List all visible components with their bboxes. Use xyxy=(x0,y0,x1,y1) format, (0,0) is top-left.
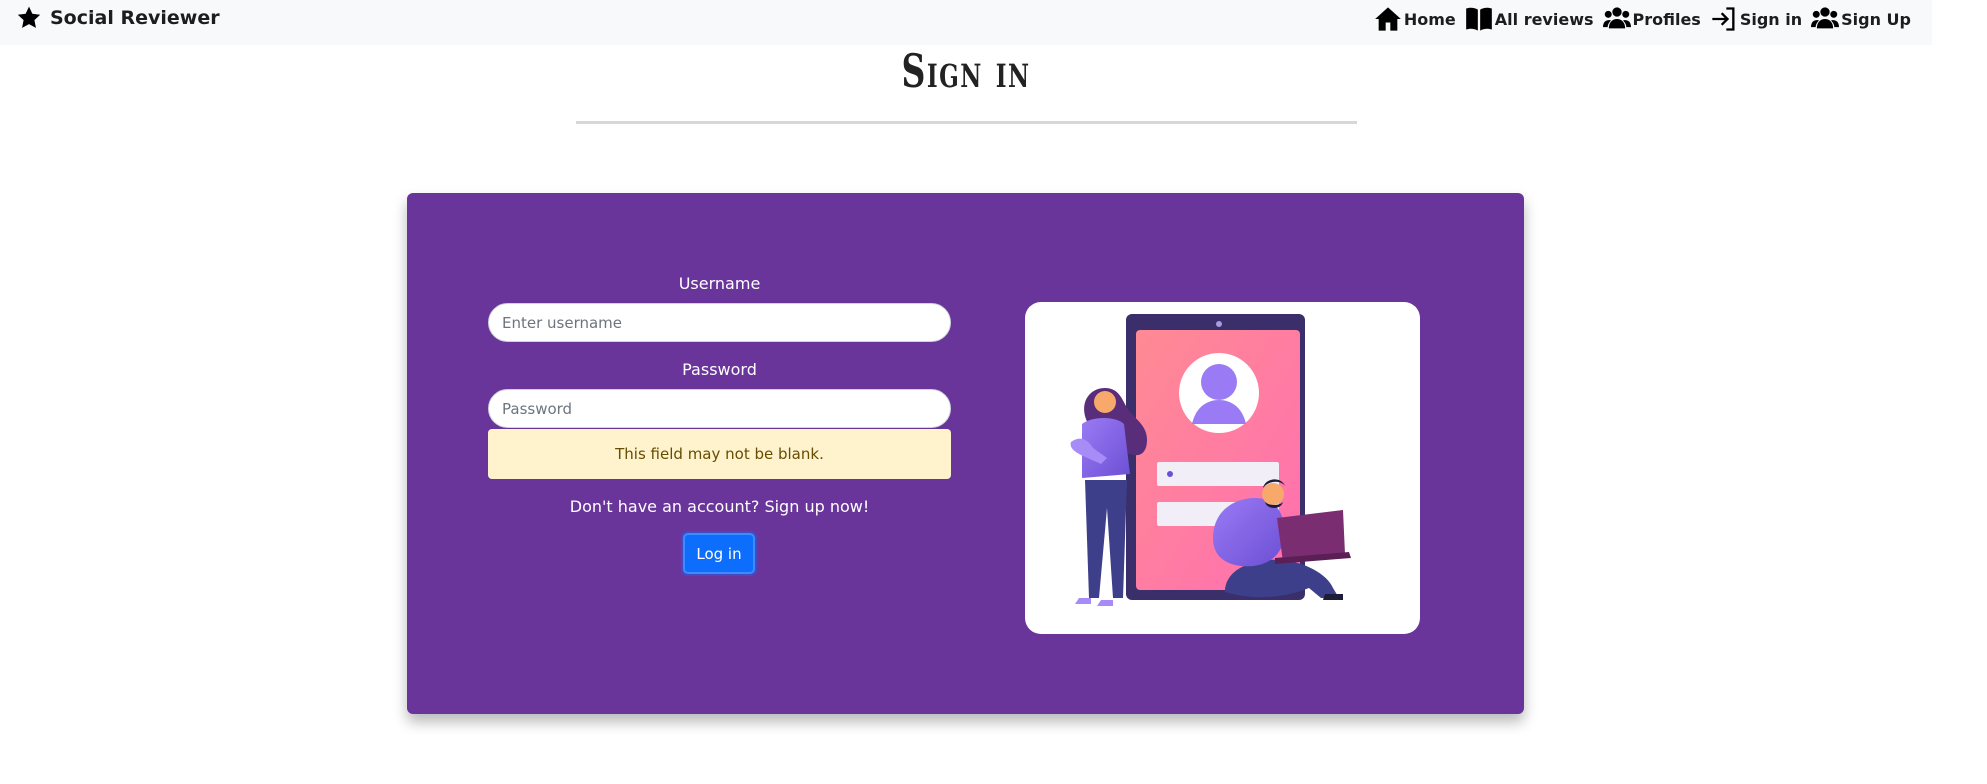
brand-label: Social Reviewer xyxy=(50,7,220,29)
brand-link[interactable]: Social Reviewer xyxy=(16,0,220,36)
nav-sign-in[interactable]: Sign in xyxy=(1710,5,1802,33)
password-input[interactable] xyxy=(488,389,951,428)
sign-in-icon xyxy=(1712,7,1735,31)
star-icon xyxy=(17,6,41,28)
nav-home[interactable]: Home xyxy=(1374,5,1456,33)
nav-sign-up[interactable]: Sign Up xyxy=(1811,5,1911,33)
login-illustration-graphic xyxy=(1070,314,1351,606)
nav-sign-in-label: Sign in xyxy=(1739,9,1803,29)
nav-all-reviews-label: All reviews xyxy=(1494,9,1594,29)
home-icon xyxy=(1375,7,1401,31)
password-error-alert: This field may not be blank. xyxy=(488,429,951,479)
nav-profiles-label: Profiles xyxy=(1632,9,1701,29)
book-icon xyxy=(1465,7,1492,31)
sign-in-illustration xyxy=(1025,302,1420,634)
user-group-icon xyxy=(1811,7,1840,29)
sign-up-link[interactable]: Don't have an account? Sign up now! xyxy=(488,497,951,516)
password-label: Password xyxy=(682,360,757,379)
username-label: Username xyxy=(678,274,761,293)
nav-links: Home All reviews Profiles Sign in Sign U… xyxy=(1374,0,1911,38)
nav-profiles[interactable]: Profiles xyxy=(1602,5,1701,33)
users-icon xyxy=(1602,7,1631,29)
nav-sign-up-label: Sign Up xyxy=(1841,9,1911,29)
page-title: Sign in xyxy=(901,44,1031,98)
nav-all-reviews[interactable]: All reviews xyxy=(1465,5,1594,33)
navbar: Social Reviewer Home All reviews Profile… xyxy=(0,0,1932,45)
nav-home-label: Home xyxy=(1403,9,1456,29)
log-in-button[interactable]: Log in xyxy=(683,533,755,574)
title-divider xyxy=(576,121,1357,124)
username-input[interactable] xyxy=(488,303,951,342)
